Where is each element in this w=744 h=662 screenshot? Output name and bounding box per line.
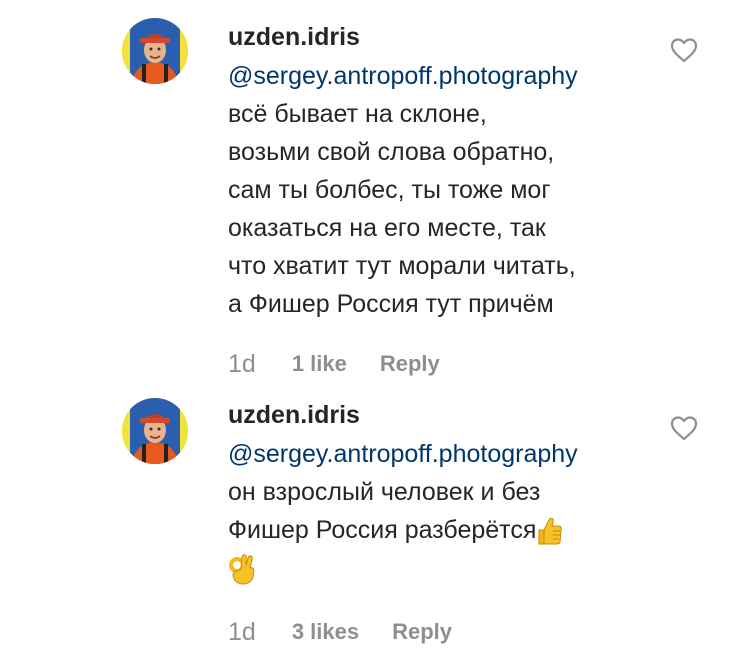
comment-username[interactable]: uzden.idris xyxy=(228,22,658,52)
comment-username[interactable]: uzden.idris xyxy=(228,400,658,430)
comment-mention[interactable]: @sergey.antropoff.photography xyxy=(228,57,658,95)
heart-outline-icon[interactable] xyxy=(669,36,699,64)
comment-time: 1d xyxy=(228,349,256,378)
avatar[interactable] xyxy=(122,18,188,84)
reply-button[interactable]: Reply xyxy=(392,619,452,645)
comment-text-line: всё бывает на склоне, xyxy=(228,100,487,128)
comment-text-line: сам ты болбес, ты тоже мог xyxy=(228,176,551,204)
comment-text-line xyxy=(228,549,658,587)
comment-likes[interactable]: 1 like xyxy=(292,351,347,377)
comment-text-line: он взрослый человек и без xyxy=(228,478,541,506)
comment-time: 1d xyxy=(228,617,256,646)
avatar-photo xyxy=(122,18,188,84)
heart-outline-icon[interactable] xyxy=(669,414,699,442)
comment-text-line: возьми свой слова обратно, xyxy=(228,138,555,166)
thumbs-up-emoji xyxy=(538,518,563,545)
comment-text-line: а Фишер Россия тут причём xyxy=(228,290,554,318)
comment-text-line: что хватит тут морали читать, xyxy=(228,252,576,280)
comment-text-fragment: Фишер Россия разберётся xyxy=(228,516,537,544)
reply-button[interactable]: Reply xyxy=(380,351,440,377)
comment-text-line: оказаться на его месте, так xyxy=(228,214,546,242)
comment-mention[interactable]: @sergey.antropoff.photography xyxy=(228,435,658,473)
ok-hand-emoji xyxy=(229,554,255,585)
avatar-photo xyxy=(122,398,188,464)
comment-likes[interactable]: 3 likes xyxy=(292,619,359,645)
comment-text-line: Фишер Россия разберётся xyxy=(228,511,658,549)
avatar[interactable] xyxy=(122,398,188,464)
